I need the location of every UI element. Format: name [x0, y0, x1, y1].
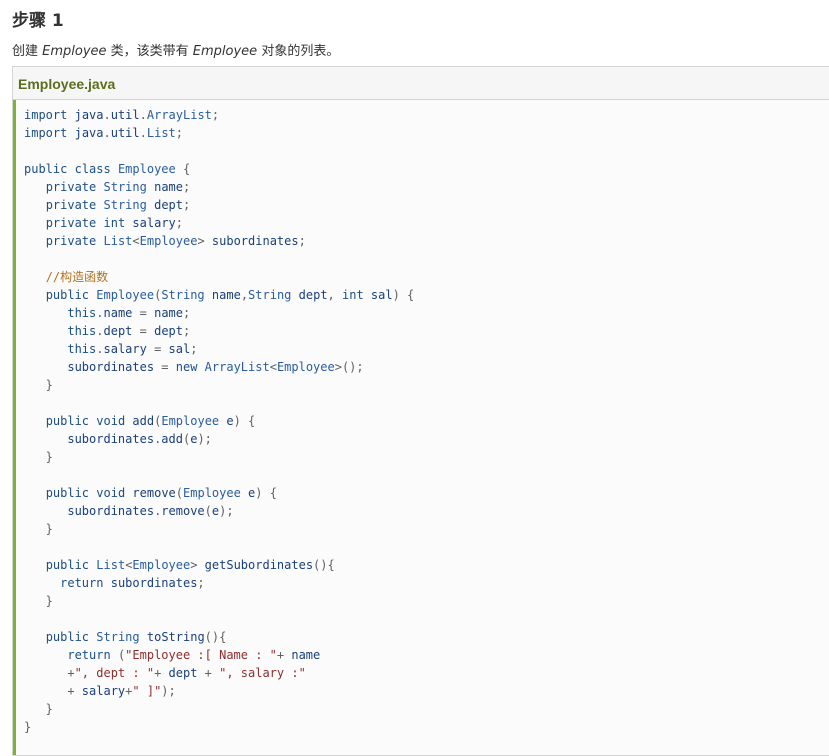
- intro-middle: 类，该类带有: [106, 44, 193, 59]
- code-line: subordinates = new ArrayList<Employee>()…: [67, 360, 364, 374]
- code-line: this.dept = dept;: [67, 324, 191, 338]
- code-line: + salary+" ]");: [24, 684, 176, 698]
- code-line: return subordinates;: [60, 576, 205, 590]
- code-line: public List<Employee> getSubordinates(){: [45, 558, 335, 572]
- code-line: public class Employee {: [24, 162, 191, 176]
- code-line: public Employee(String name,String dept,…: [45, 288, 415, 302]
- step-heading: 步骤 1: [12, 11, 64, 31]
- code-line: private String dept;: [45, 198, 191, 212]
- code-line: }: [24, 594, 53, 608]
- code-line: }: [24, 378, 53, 392]
- code-line: public void add(Employee e) {: [45, 414, 256, 428]
- code-line: private List<Employee> subordinates;: [45, 234, 306, 248]
- code-line: private String name;: [45, 180, 191, 194]
- intro-prefix: 创建: [12, 44, 43, 59]
- code-line: +", dept : "+ dept + ", salary :": [24, 666, 306, 680]
- code-line: }: [24, 720, 32, 734]
- code-line: this.salary = sal;: [67, 342, 198, 356]
- code-line: import java.util.List;: [24, 126, 184, 140]
- code-line: this.name = name;: [67, 306, 191, 320]
- code-line: subordinates.remove(e);: [67, 504, 234, 518]
- code-line: return ("Employee :[ Name : "+ name: [67, 648, 321, 662]
- code-block: Employee.java import java.util.ArrayList…: [12, 66, 829, 756]
- intro-text: 创建 Employee 类，该类带有 Employee 对象的列表。: [12, 43, 339, 61]
- intro-class-name: Employee: [42, 44, 107, 59]
- code-filename: Employee.java: [13, 67, 829, 100]
- intro-suffix: 对象的列表。: [257, 44, 340, 59]
- code-line: public String toString(){: [45, 630, 227, 644]
- intro-class-name: Employee: [192, 44, 258, 59]
- code-area[interactable]: import java.util.ArrayList; import java.u…: [13, 100, 829, 755]
- code-line: }: [24, 450, 53, 464]
- code-line: public void remove(Employee e) {: [45, 486, 277, 500]
- code-line: }: [24, 522, 53, 536]
- code-line: }: [24, 702, 53, 716]
- code-line: private int salary;: [45, 216, 184, 230]
- code-line: //构造函数: [45, 270, 109, 284]
- code-line: subordinates.add(e);: [67, 432, 212, 446]
- code-content[interactable]: import java.util.ArrayList; import java.u…: [16, 100, 829, 736]
- code-line: import java.util.ArrayList;: [24, 108, 220, 122]
